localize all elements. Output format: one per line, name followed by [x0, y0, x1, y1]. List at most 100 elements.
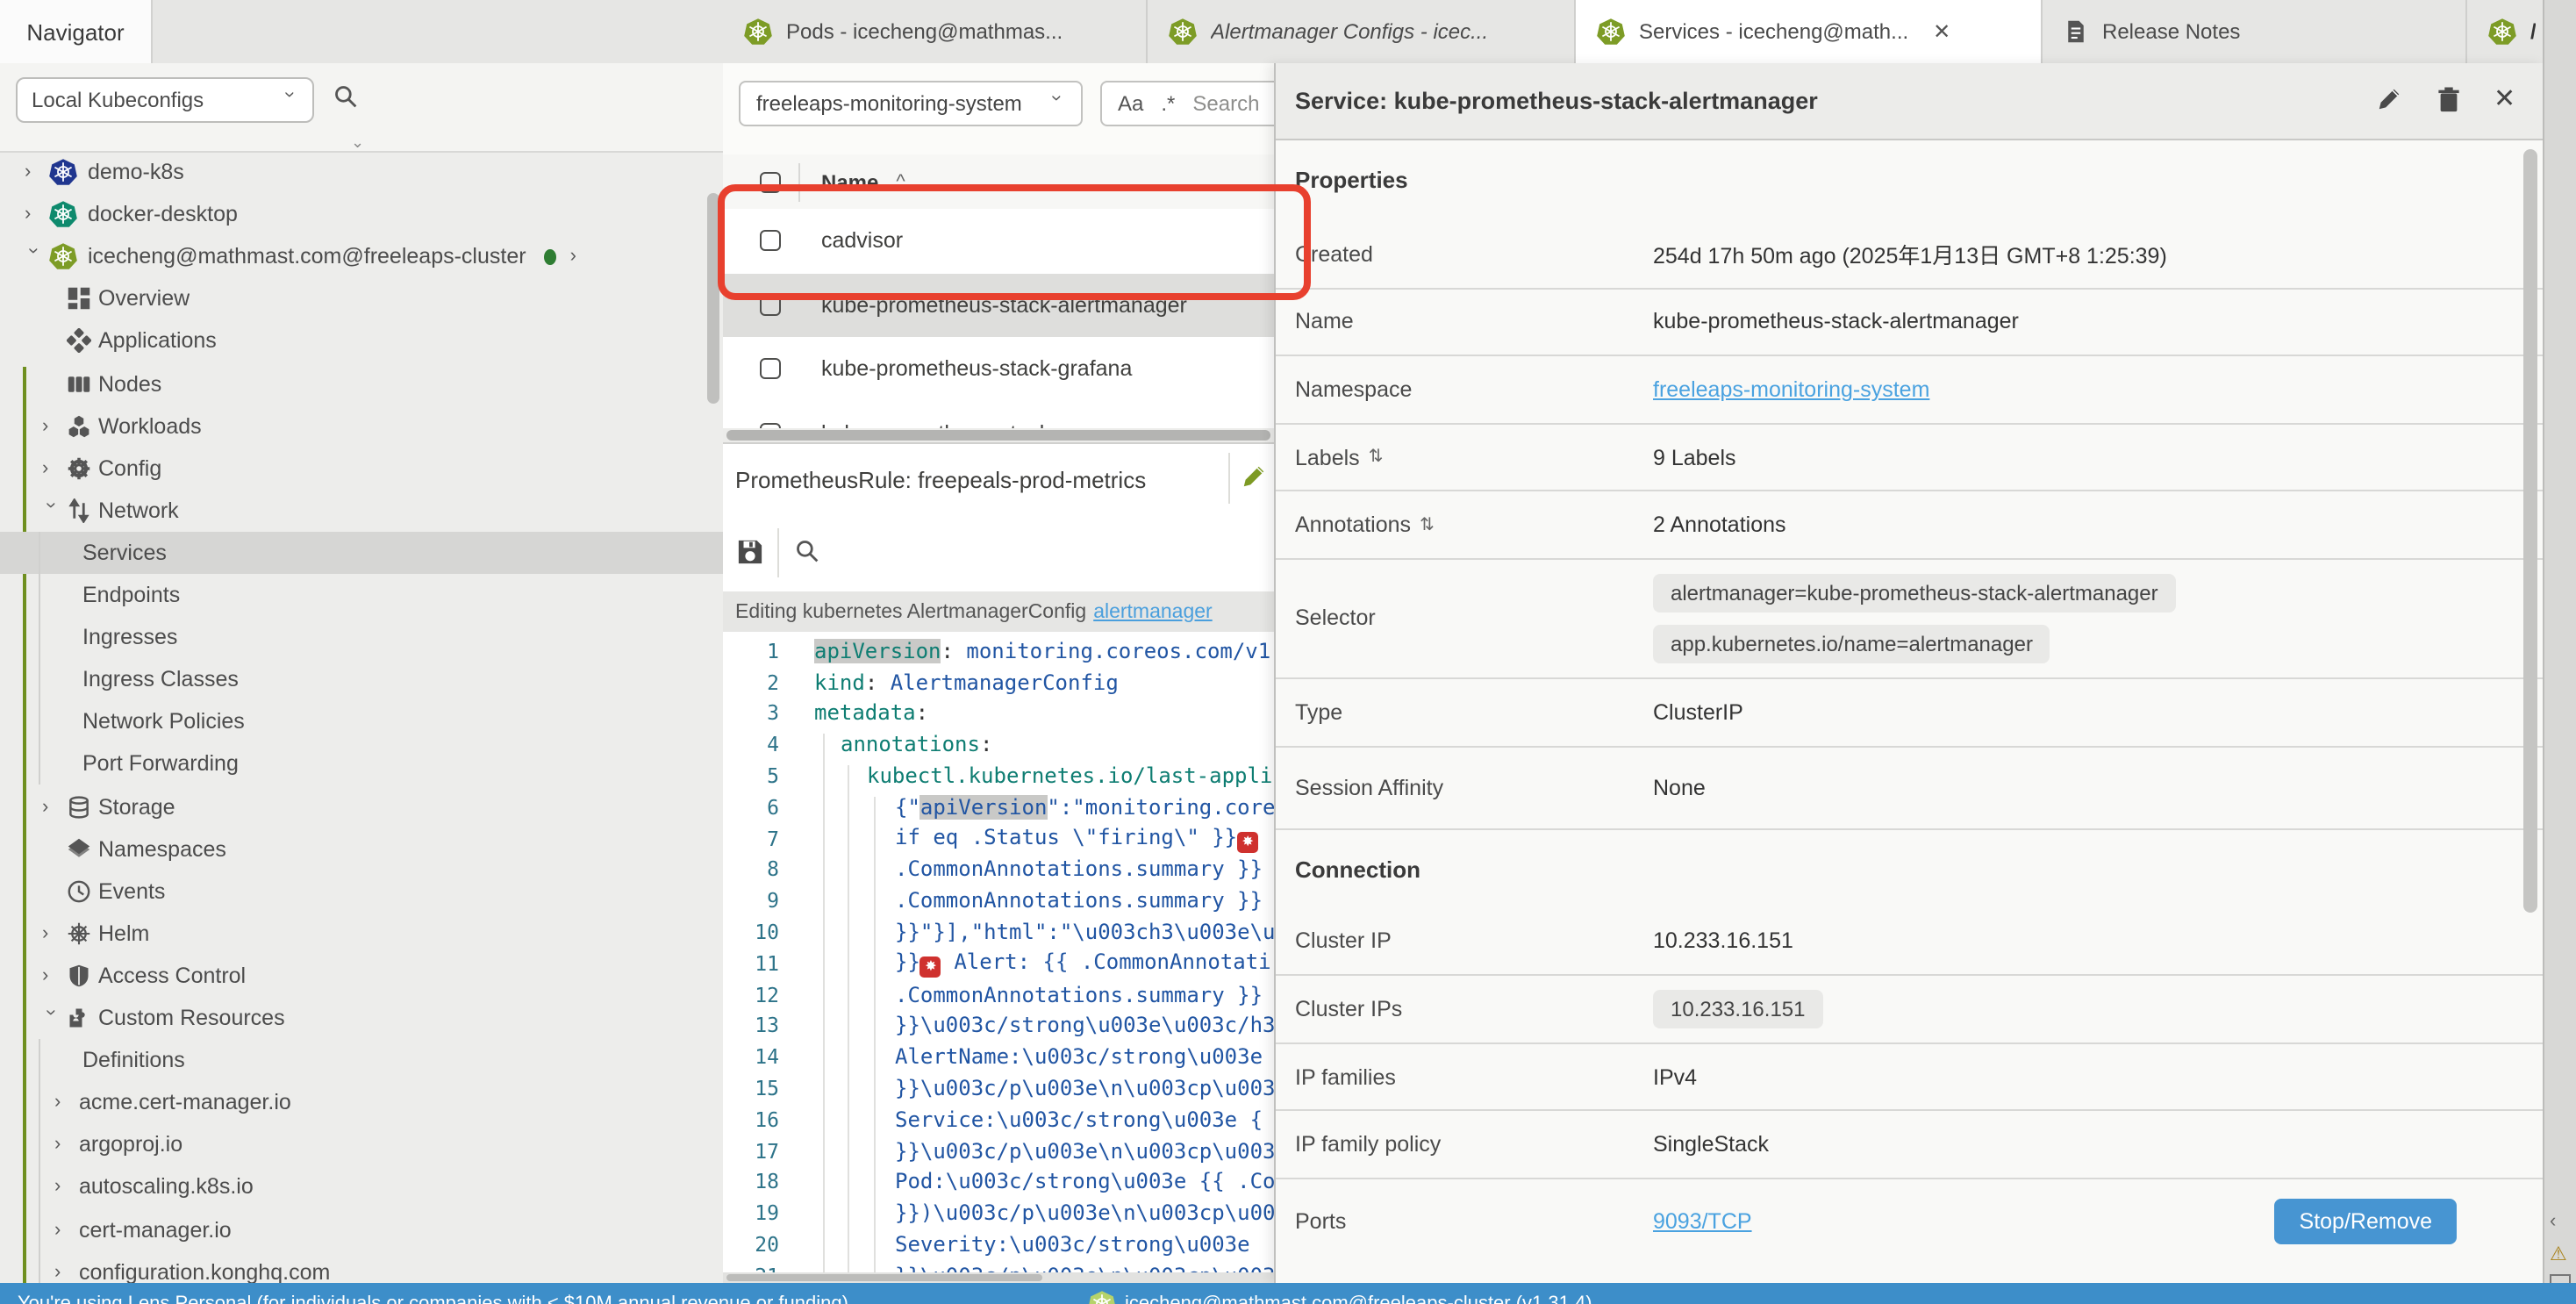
- code-text: {"apiVersion":"monitoring.core: [814, 795, 1274, 820]
- chevron-right-icon[interactable]: ›: [42, 415, 60, 436]
- regex-icon[interactable]: .*: [1161, 91, 1175, 116]
- editor-horizontal-scrollbar[interactable]: [723, 1272, 1274, 1283]
- chevron-down-icon[interactable]: ›: [23, 247, 44, 265]
- code-text: }}\u003c/p\u003e\n\u003cp\u003: [814, 1264, 1274, 1272]
- chevron-down-icon[interactable]: ›: [40, 1009, 61, 1027]
- port-link[interactable]: 9093/TCP: [1653, 1210, 1752, 1235]
- sidebar-item-storage[interactable]: › Storage: [0, 785, 723, 828]
- chevron-down-icon: ›: [1046, 95, 1067, 112]
- chevron-right-icon[interactable]: ›: [54, 1261, 72, 1282]
- search-icon[interactable]: [795, 539, 819, 563]
- collapse-chevron-icon[interactable]: ⌄: [351, 133, 364, 153]
- chevron-right-icon[interactable]: ›: [54, 1219, 72, 1240]
- chevron-down-icon[interactable]: ›: [40, 502, 61, 519]
- scrollbar-thumb[interactable]: [726, 1274, 1042, 1281]
- navigator-pane-tab[interactable]: Navigator: [0, 0, 153, 63]
- sidebar-item-helm[interactable]: › Helm: [0, 913, 723, 955]
- namespace-link[interactable]: freeleaps-monitoring-system: [1653, 377, 1929, 402]
- stop-remove-button[interactable]: Stop/Remove: [2275, 1200, 2457, 1245]
- tab-pods-icecheng-mathmas-[interactable]: Pods - icecheng@mathmas...: [723, 0, 1148, 63]
- panel-scrollbar[interactable]: [2523, 149, 2537, 913]
- chevron-right-icon[interactable]: ›: [42, 796, 60, 817]
- sidebar-item-port-forwarding[interactable]: Port Forwarding: [0, 743, 723, 785]
- table-row-kube-prometheus-stack-grafana[interactable]: kube-prometheus-stack-grafana: [723, 337, 1274, 403]
- yaml-editor[interactable]: 1apiVersion: monitoring.coreos.com/v12ki…: [723, 632, 1274, 1272]
- kubeconfig-select[interactable]: Local Kubeconfigs ›: [16, 77, 314, 123]
- namespace-select[interactable]: freeleaps-monitoring-system ›: [739, 81, 1083, 126]
- sidebar-item-overview[interactable]: Overview: [0, 278, 723, 320]
- chevron-right-icon[interactable]: ›: [42, 923, 60, 944]
- chevron-right-icon[interactable]: ›: [42, 965, 60, 986]
- sidebar-item-definitions[interactable]: Definitions: [0, 1039, 723, 1081]
- chevron-right-icon[interactable]: ›: [42, 457, 60, 478]
- sidebar-item-network-policies[interactable]: Network Policies: [0, 701, 723, 743]
- sidebar-item-custom-resources[interactable]: › Custom Resources: [0, 997, 723, 1039]
- sidebar-item-ingress-classes[interactable]: Ingress Classes: [0, 658, 723, 700]
- chevron-right-icon[interactable]: ›: [54, 1177, 72, 1198]
- tab-release-notes[interactable]: Release Notes: [2043, 0, 2467, 63]
- sidebar-item-network[interactable]: › Network: [0, 490, 723, 532]
- sidebar-item-demo-k8s[interactable]: › demo-k8s: [0, 151, 723, 193]
- chevron-right-icon[interactable]: ›: [570, 246, 588, 267]
- edit-pencil-icon[interactable]: [1241, 463, 1267, 490]
- tab-services-icecheng-math-[interactable]: Services - icecheng@math... ✕: [1576, 0, 2043, 63]
- match-case-icon[interactable]: Aa: [1118, 91, 1143, 116]
- sidebar-item-acme-cert-manager-io[interactable]: ›acme.cert-manager.io: [0, 1081, 723, 1123]
- save-icon[interactable]: [737, 539, 763, 565]
- code-line: 7if eq .Status \"firing\" }}✸: [723, 823, 1274, 855]
- chevron-right-icon[interactable]: ›: [25, 204, 42, 225]
- code-token: ":"monitoring.core: [1047, 795, 1274, 820]
- row-value: SingleStack: [1653, 1132, 1769, 1157]
- sidebar-item-configuration-konghq-com[interactable]: › configuration.konghq.com: [0, 1250, 723, 1283]
- sidebar-item-services[interactable]: Services: [0, 532, 723, 574]
- row-label: IP family policy: [1295, 1132, 1441, 1157]
- code-line: 1apiVersion: monitoring.coreos.com/v1: [723, 635, 1274, 667]
- close-icon[interactable]: ✕: [2494, 82, 2515, 114]
- sidebar-item-events[interactable]: Events: [0, 870, 723, 912]
- sidebar-item-ingresses[interactable]: Ingresses: [0, 616, 723, 658]
- table-row-kube-prometheus-stack-[interactable]: kube-prometheus-stack-...: [723, 401, 1274, 428]
- active-cluster-text[interactable]: icecheng@mathmast.com@freeleaps-cluster …: [1125, 1293, 1592, 1304]
- navigator-sidebar: Local Kubeconfigs › ⌄ › demo-k8s› docker…: [0, 63, 725, 1283]
- sidebar-item-config[interactable]: › Config: [0, 447, 723, 489]
- tab-alertmanager-configs-ice[interactable]: Alertmanager Configs - icec...: [1148, 0, 1576, 63]
- sidebar-item-label: configuration.konghq.com: [79, 1259, 330, 1283]
- chevron-right-icon[interactable]: ›: [54, 1092, 72, 1113]
- sidebar-item-nodes[interactable]: Nodes: [0, 362, 723, 405]
- detail-row-created: Created254d 17h 50m ago (2025年1月13日 GMT+…: [1276, 221, 2544, 289]
- editing-resource-link[interactable]: alertmanager: [1093, 601, 1213, 622]
- sidebar-item-endpoints[interactable]: Endpoints: [0, 574, 723, 616]
- sidebar-item-argoproj-io[interactable]: ›argoproj.io: [0, 1124, 723, 1166]
- code-line: 21}}\u003c/p\u003e\n\u003cp\u003: [723, 1260, 1274, 1272]
- code-token: :: [916, 701, 928, 726]
- warning-icon[interactable]: ⚠: [2550, 1243, 2567, 1265]
- sidebar-item-docker-desktop[interactable]: › docker-desktop: [0, 193, 723, 235]
- tab-label: Services - icecheng@math...: [1639, 19, 1908, 44]
- tree-indent-guide: [39, 1039, 40, 1283]
- chevron-right-icon[interactable]: ›: [25, 161, 42, 183]
- kubernetes-icon: [1597, 18, 1625, 46]
- search-input[interactable]: Aa .* Search: [1100, 81, 1274, 126]
- chevron-right-icon[interactable]: ›: [54, 1135, 72, 1156]
- detail-row-namespace: Namespacefreeleaps-monitoring-system: [1276, 356, 2544, 424]
- sidebar-item-applications[interactable]: Applications: [0, 320, 723, 362]
- sidebar-item-workloads[interactable]: › Workloads: [0, 405, 723, 447]
- sort-toggle-icon[interactable]: ⇅: [1369, 448, 1384, 467]
- edit-pencil-icon[interactable]: [2376, 86, 2402, 112]
- sidebar-item-cert-manager-io[interactable]: ›cert-manager.io: [0, 1208, 723, 1250]
- row-checkbox[interactable]: [760, 359, 781, 380]
- delete-trash-icon[interactable]: [2436, 86, 2462, 112]
- prometheusrule-bar: PrometheusRule: freepeals-prod-metrics: [723, 442, 1274, 518]
- chevron-left-icon[interactable]: ‹: [2550, 1211, 2556, 1232]
- sidebar-item-access-control[interactable]: › Access Control: [0, 955, 723, 997]
- sidebar-item-icecheng-mathmast-com-freele[interactable]: › icecheng@mathmast.com@freeleaps-cluste…: [0, 235, 723, 277]
- value-chip: app.kubernetes.io/name=alertmanager: [1653, 625, 2050, 663]
- search-icon[interactable]: [333, 84, 358, 109]
- table-horizontal-scrollbar[interactable]: [723, 428, 1274, 442]
- scrollbar-thumb[interactable]: [726, 430, 1270, 441]
- row-label: Cluster IP: [1295, 929, 1392, 954]
- sidebar-item-autoscaling-k8s-io[interactable]: ›autoscaling.k8s.io: [0, 1166, 723, 1208]
- close-icon[interactable]: ✕: [1933, 19, 1950, 44]
- sort-toggle-icon[interactable]: ⇅: [1420, 515, 1435, 534]
- sidebar-item-namespaces[interactable]: Namespaces: [0, 828, 723, 870]
